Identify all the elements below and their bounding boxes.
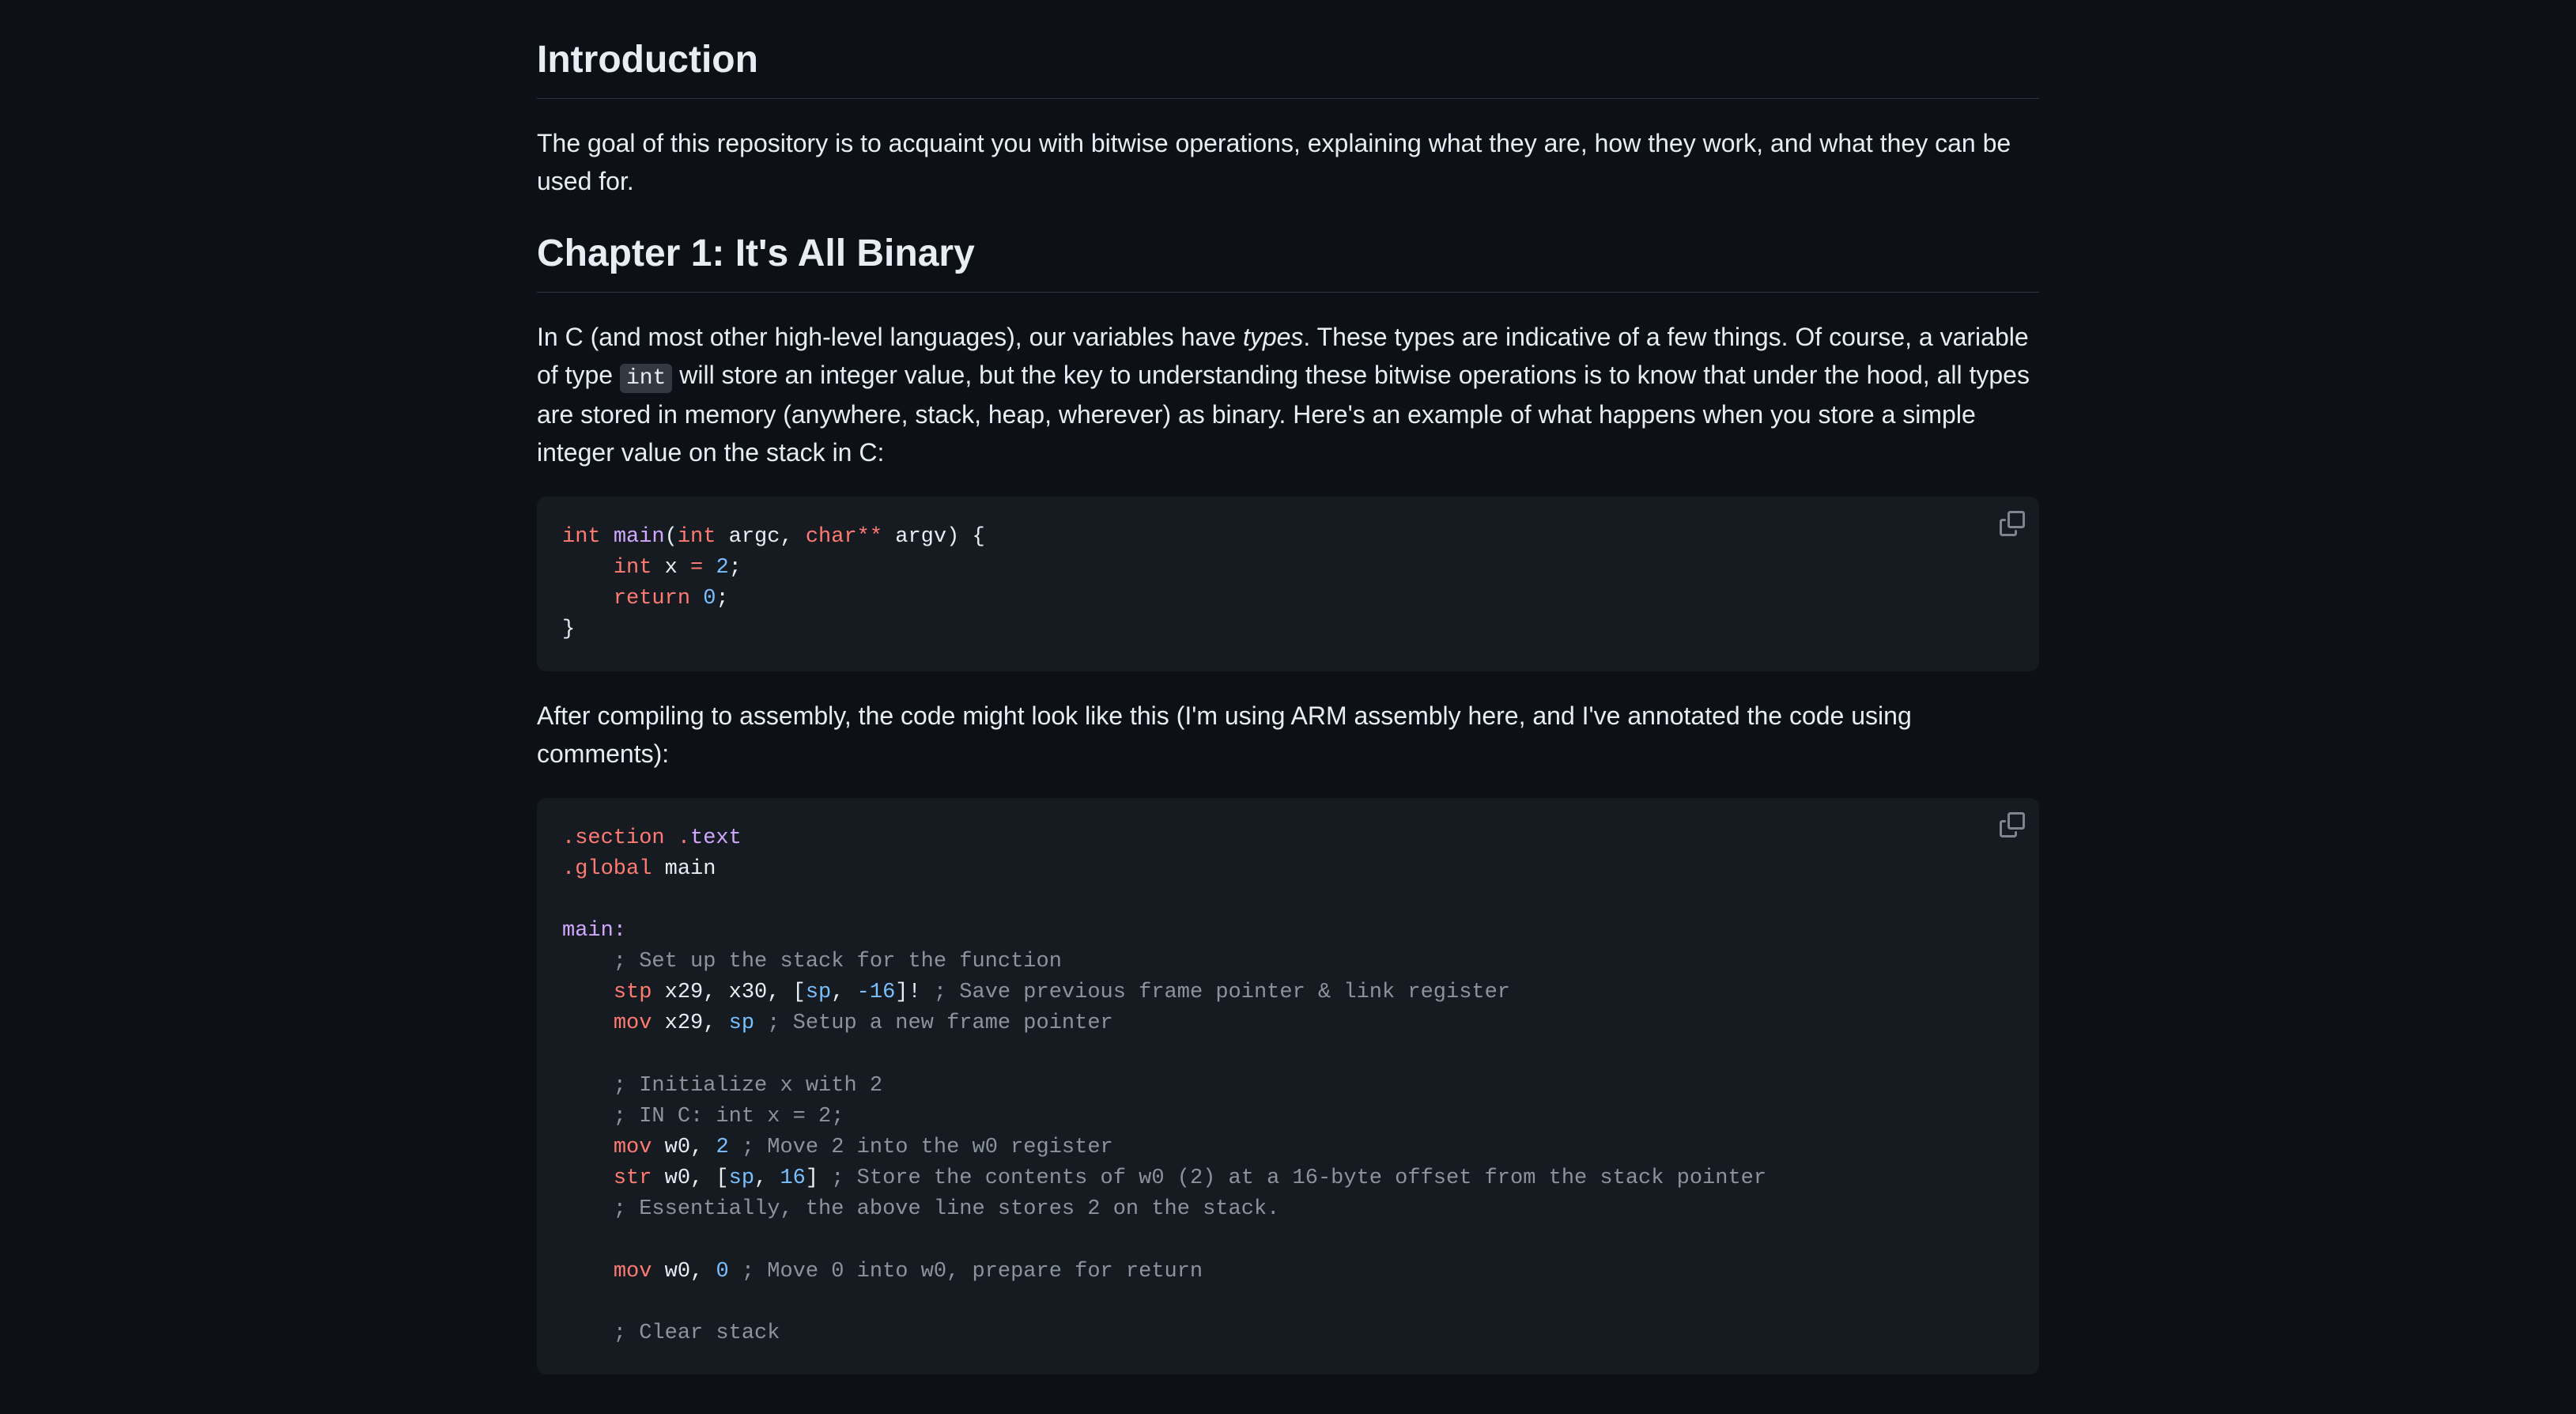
copy-button[interactable]: [1998, 509, 2026, 538]
introduction-text: The goal of this repository is to acquai…: [537, 124, 2039, 200]
copy-button[interactable]: [1998, 811, 2026, 839]
chapter1-para2: After compiling to assembly, the code mi…: [537, 697, 2039, 773]
introduction-heading: Introduction: [537, 32, 2039, 99]
document-container: Introduction The goal of this repository…: [505, 32, 2071, 1374]
para1-suffix: will store an integer value, but the key…: [537, 361, 2030, 467]
copy-icon: [2000, 511, 2025, 536]
para1-prefix: In C (and most other high-level language…: [537, 323, 1243, 351]
c-code-pre: int main(int argc, char** argv) { int x …: [562, 522, 2014, 646]
asm-code-block: .section .text .global main main: ; Set …: [537, 798, 2039, 1374]
chapter1-heading: Chapter 1: It's All Binary: [537, 225, 2039, 293]
copy-icon: [2000, 812, 2025, 837]
int-inline-code: int: [620, 364, 672, 393]
asm-code-pre: .section .text .global main main: ; Set …: [562, 823, 2014, 1349]
chapter1-para1: In C (and most other high-level language…: [537, 318, 2039, 471]
types-emphasis: types: [1243, 323, 1303, 351]
c-code-block: int main(int argc, char** argv) { int x …: [537, 497, 2039, 671]
